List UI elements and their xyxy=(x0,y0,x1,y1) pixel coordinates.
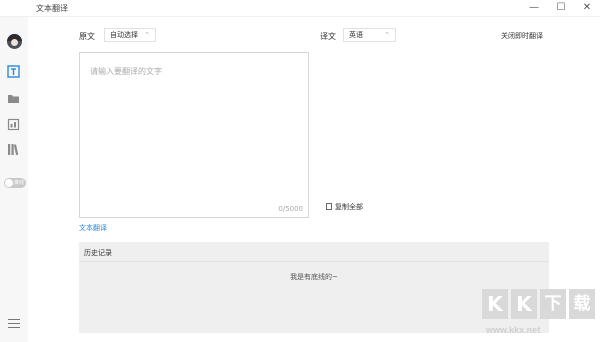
watermark-char: K xyxy=(482,289,508,319)
target-language-value: 英语 xyxy=(349,31,363,39)
chevron-down-icon: ⌃ xyxy=(144,31,150,39)
watermark-char: 载 xyxy=(569,289,595,319)
char-count: 0/5000 xyxy=(278,205,303,213)
minimize-button[interactable]: — xyxy=(527,2,541,14)
folder-icon[interactable] xyxy=(7,92,20,105)
toggle-label: 离线 xyxy=(14,180,25,186)
offline-toggle[interactable]: 离线 xyxy=(4,178,26,188)
copy-icon xyxy=(326,203,332,210)
toggle-knob xyxy=(5,179,13,187)
chevron-down-icon: ⌃ xyxy=(384,31,390,39)
text-translate-icon[interactable] xyxy=(7,65,20,78)
history-empty-message: 我是有底线的~ xyxy=(290,273,338,281)
watermark-logo: K K 下 载 xyxy=(482,289,598,323)
history-panel: 历史记录 我是有底线的~ xyxy=(79,242,549,333)
target-language-select[interactable]: 英语 ⌃ xyxy=(343,28,396,42)
source-language-value: 自动选择 xyxy=(110,31,138,39)
watermark-url: www.kkx.net xyxy=(486,325,541,335)
avatar-face xyxy=(11,39,18,46)
window-title: 文本翻译 xyxy=(36,4,68,13)
source-placeholder: 请输入要翻译的文字 xyxy=(90,67,162,76)
menu-icon[interactable] xyxy=(8,319,20,329)
watermark-char: K xyxy=(511,289,537,319)
maximize-button[interactable]: ☐ xyxy=(554,2,568,14)
close-button[interactable]: ✕ xyxy=(580,2,594,14)
copy-all-button[interactable]: 复制全部 xyxy=(326,202,363,212)
title-bar: 文本翻译 — ☐ ✕ xyxy=(0,0,600,17)
history-header: 历史记录 xyxy=(79,242,549,262)
source-label: 原文 xyxy=(79,32,95,41)
avatar[interactable] xyxy=(7,34,22,49)
sidebar: 离线 xyxy=(0,17,28,342)
target-label: 译文 xyxy=(320,32,336,41)
history-title: 历史记录 xyxy=(84,249,112,257)
instant-translate-toggle[interactable]: 关闭即时翻译 xyxy=(501,31,543,41)
library-icon[interactable] xyxy=(7,143,20,156)
source-textarea[interactable]: 请输入要翻译的文字 0/5000 xyxy=(79,52,309,218)
image-translate-icon[interactable] xyxy=(7,118,20,131)
translate-button[interactable]: 文本翻译 xyxy=(79,223,107,233)
source-language-select[interactable]: 自动选择 ⌃ xyxy=(104,28,156,42)
watermark-char: 下 xyxy=(540,289,566,319)
copy-all-label: 复制全部 xyxy=(335,203,363,211)
